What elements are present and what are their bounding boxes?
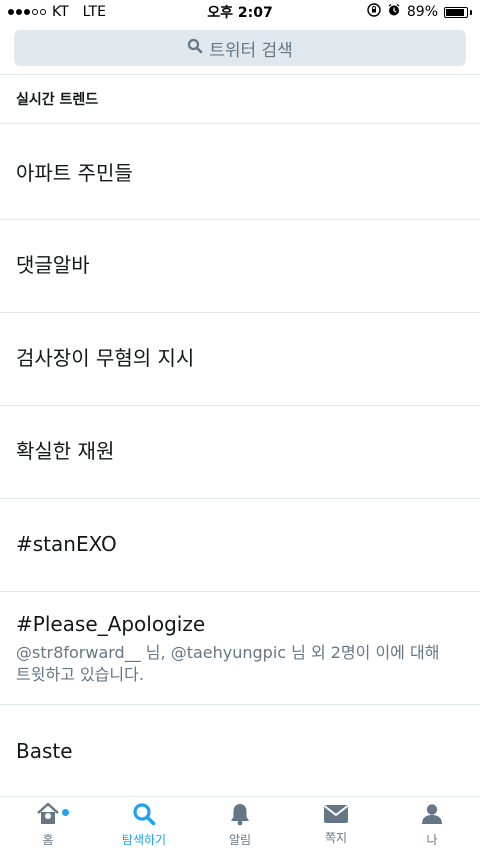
trend-name: 확실한 재원 [16,439,115,463]
tab-label: 쪽지 [324,831,348,845]
tab-label: 탐색하기 [121,833,167,847]
status-bar: KT LTE 오후 2:07 89% [0,0,480,24]
trend-item[interactable]: 확실한 재원 [0,406,480,499]
trend-list: 아파트 주민들 댓글알바 검사장이 무혐의 지시 확실한 재원 #stanEXO… [0,128,480,797]
carrier-label: KT [52,4,69,20]
bottom-tab-bar: 홈 탐색하기 알림 쪽지 나 [0,796,480,853]
trend-name: Baste [16,739,73,763]
person-icon [420,802,444,829]
home-icon [35,802,61,829]
search-bar[interactable]: 트위터 검색 [14,30,466,66]
trend-item[interactable]: 검사장이 무혐의 지시 [0,313,480,406]
trend-item[interactable]: #Please_Apologize @str8forward__ 님, @tae… [0,592,480,705]
search-icon [187,38,203,59]
search-input[interactable]: 트위터 검색 [14,30,466,66]
trend-desc-line: @str8forward__ 님, @taehyungpic 님 외 2명이 이… [16,643,440,662]
trend-name: 댓글알바 [16,253,90,277]
tab-explore[interactable]: 탐색하기 [96,797,192,853]
trend-item[interactable]: 댓글알바 [0,220,480,313]
envelope-icon [323,804,349,827]
trend-desc-line: 트윗하고 있습니다. [16,665,144,684]
trend-item[interactable]: 아파트 주민들 [0,128,480,220]
tab-label: 홈 [42,833,54,847]
bell-icon [228,802,252,829]
trend-name: #stanEXO [16,532,117,556]
status-left: KT LTE [8,4,106,20]
trend-name: #Please_Apologize [16,612,206,636]
signal-strength-icon [8,9,46,15]
trend-name: 아파트 주민들 [16,161,133,185]
search-icon [132,802,156,829]
alarm-icon [387,3,401,21]
section-title: 실시간 트렌드 [0,74,480,124]
trend-description: @str8forward__ 님, @taehyungpic 님 외 2명이 이… [16,642,464,686]
tab-profile[interactable]: 나 [384,797,480,853]
tab-messages[interactable]: 쪽지 [288,797,384,853]
trend-name: 검사장이 무혐의 지시 [16,346,195,370]
network-label: LTE [82,4,106,20]
status-right: 89% [367,3,472,21]
battery-icon [444,6,472,18]
trend-item[interactable]: Baste [0,705,480,797]
home-badge [60,807,71,818]
tab-home[interactable]: 홈 [0,797,96,853]
trend-item[interactable]: #stanEXO [0,499,480,592]
battery-percent: 89% [406,4,438,20]
orientation-lock-icon [367,3,381,21]
tab-label: 나 [426,833,438,847]
search-placeholder: 트위터 검색 [209,40,293,61]
tab-notifications[interactable]: 알림 [192,797,288,853]
tab-label: 알림 [228,833,252,847]
